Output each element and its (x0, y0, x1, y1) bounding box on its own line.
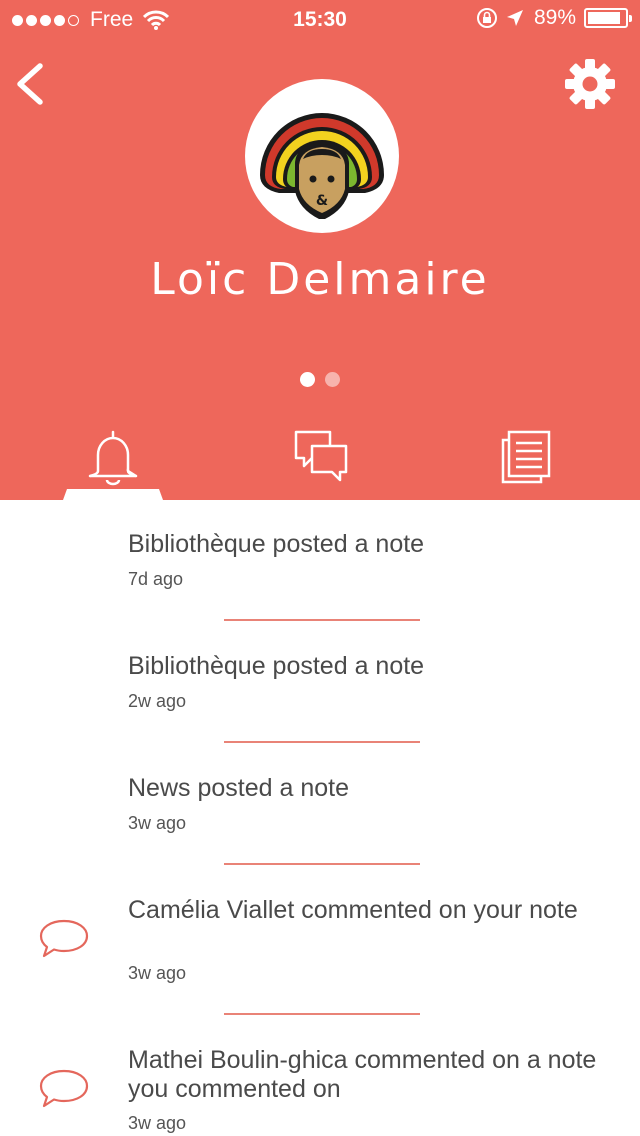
separator (224, 1013, 420, 1015)
comment-icon (38, 1068, 90, 1115)
chevron-left-icon (17, 63, 43, 105)
notification-title: Bibliothèque posted a note (128, 652, 425, 680)
comment-icon (38, 918, 90, 965)
tab-notes[interactable] (476, 420, 576, 500)
settings-button[interactable] (564, 58, 616, 110)
avatar[interactable]: & (245, 79, 399, 233)
notification-time: 2w ago (128, 691, 187, 711)
notification-time: 7d ago (128, 569, 184, 589)
rotation-lock-icon (476, 8, 497, 28)
battery-level (588, 12, 620, 24)
notification-time: 3w ago (128, 963, 187, 983)
active-tab-indicator (63, 489, 163, 500)
page-indicator (0, 372, 640, 387)
gear-icon (565, 59, 615, 109)
back-button[interactable] (10, 58, 54, 110)
separator (224, 619, 420, 621)
notification-title: Camélia Viallet commented on your note (128, 896, 578, 924)
profile-screen: Free 15:30 89% & Loïc Delmaire Bibliothè… (0, 0, 640, 1136)
notification-title: Mathei Boulin-ghica commented on a note … (128, 1046, 597, 1103)
notification-title: Bibliothèque posted a note (128, 530, 425, 558)
tab-messages[interactable] (270, 420, 370, 500)
notification-title: News posted a note (128, 774, 349, 802)
battery-percentage: 89% (533, 6, 576, 29)
notification-time: 3w ago (128, 813, 187, 833)
separator (224, 741, 420, 743)
list-item[interactable]: News posted a note 3w ago (0, 744, 640, 866)
list-item[interactable]: Bibliothèque posted a note 7d ago (0, 500, 640, 622)
list-item[interactable]: Camélia Viallet commented on your note 3… (0, 866, 640, 1016)
location-arrow-icon (506, 10, 523, 26)
profile-name: Loïc Delmaire (150, 254, 490, 305)
separator (224, 863, 420, 865)
list-item[interactable]: Bibliothèque posted a note 2w ago (0, 622, 640, 744)
notes-list-icon (501, 430, 551, 484)
page-dot[interactable] (325, 372, 340, 387)
notification-time: 3w ago (128, 1113, 187, 1133)
page-dot-active[interactable] (300, 372, 315, 387)
svg-text:&: & (316, 193, 328, 209)
notification-list: Bibliothèque posted a note 7d ago Biblio… (0, 500, 640, 1136)
list-item[interactable]: Mathei Boulin-ghica commented on a note … (0, 1016, 640, 1136)
avatar-illustration: & (260, 113, 384, 219)
tab-bar (0, 420, 640, 500)
status-bar: Free 15:30 89% (0, 0, 640, 40)
chat-bubbles-icon (294, 430, 348, 482)
profile-header: Free 15:30 89% & Loïc Delmaire (0, 0, 640, 500)
battery-icon (584, 8, 632, 28)
bell-icon (88, 430, 138, 486)
tab-notifications[interactable] (63, 420, 163, 500)
